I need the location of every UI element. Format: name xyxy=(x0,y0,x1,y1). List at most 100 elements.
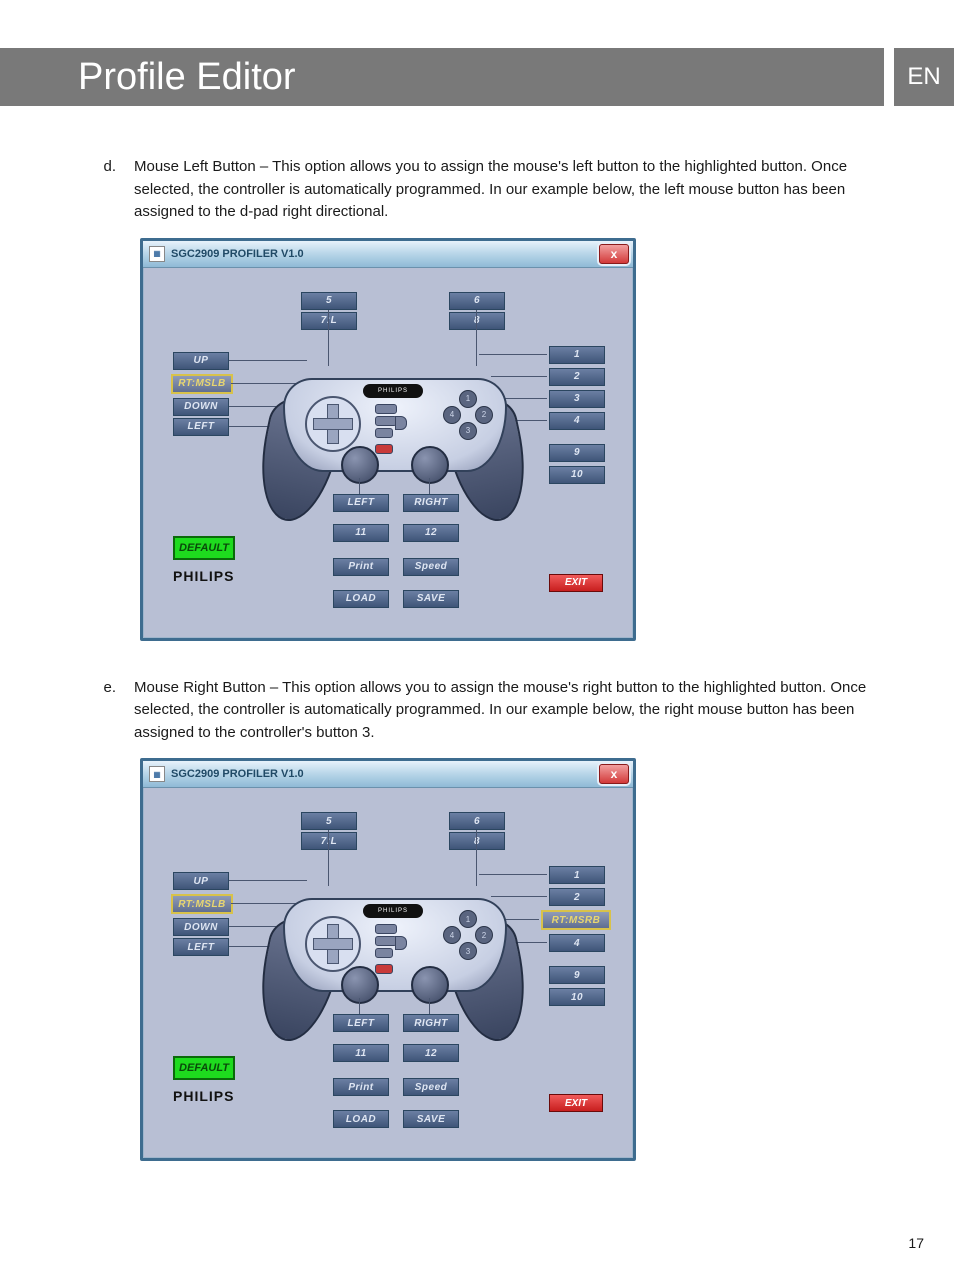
guide-line xyxy=(359,478,360,494)
dpad-up[interactable]: UP xyxy=(173,352,229,370)
paragraph-text: Mouse Left Button – This option allows y… xyxy=(134,156,894,224)
btn-1[interactable]: 1 xyxy=(549,346,605,364)
dpad-icon xyxy=(305,396,361,452)
dpad-down[interactable]: DOWN xyxy=(173,398,229,416)
language-badge: EN xyxy=(894,48,954,106)
left-stick-icon xyxy=(341,966,379,1004)
face-2-icon: 2 xyxy=(475,406,493,424)
center-button xyxy=(375,416,397,426)
page-number: 17 xyxy=(0,1217,954,1271)
dpad-up[interactable]: UP xyxy=(173,872,229,890)
btn-3-highlight[interactable]: RT:MSRB xyxy=(541,910,611,930)
list-marker: d. xyxy=(60,156,134,224)
btn-5[interactable]: 5 xyxy=(301,292,357,310)
screenshot-e: ▦ SGC2909 PROFILER V1.0 x 5 6 7:L 8 UP R… xyxy=(140,758,894,1161)
header-gap xyxy=(884,48,894,106)
center-button xyxy=(375,948,393,958)
face-4-icon: 4 xyxy=(443,926,461,944)
face-3-icon: 3 xyxy=(459,422,477,440)
controller-brand: PHILIPS xyxy=(363,904,423,918)
face-3-icon: 3 xyxy=(459,942,477,960)
stick-right-label[interactable]: RIGHT xyxy=(403,494,459,512)
btn-2[interactable]: 2 xyxy=(549,368,605,386)
window-title: SGC2909 PROFILER V1.0 xyxy=(171,248,304,260)
face-1-icon: 1 xyxy=(459,910,477,928)
speed-button[interactable]: Speed xyxy=(403,1078,459,1096)
save-button[interactable]: SAVE xyxy=(403,590,459,608)
btn-10[interactable]: 10 xyxy=(549,466,605,484)
btn-1[interactable]: 1 xyxy=(549,866,605,884)
face-2-icon: 2 xyxy=(475,926,493,944)
dpad-left[interactable]: LEFT xyxy=(173,418,229,436)
speed-button[interactable]: Speed xyxy=(403,558,459,576)
dpad-right-highlight[interactable]: RT:MSLB xyxy=(171,374,233,394)
default-button[interactable]: DEFAULT xyxy=(173,536,235,560)
btn-10[interactable]: 10 xyxy=(549,988,605,1006)
paragraph-d: d. Mouse Left Button – This option allow… xyxy=(60,156,894,224)
center-button xyxy=(375,428,393,438)
controller-graphic: PHILIPS 1 2 3 4 xyxy=(263,348,523,528)
btn-9[interactable]: 9 xyxy=(549,444,605,462)
page-header: Profile Editor EN xyxy=(0,48,954,106)
guide-line xyxy=(429,998,430,1014)
center-button xyxy=(375,924,397,934)
window-body: 5 6 7:L 8 UP RT:MSLB DOWN LEFT 1 2 RT:MS… xyxy=(143,788,633,1158)
btn-6[interactable]: 6 xyxy=(449,812,505,830)
btn-5[interactable]: 5 xyxy=(301,812,357,830)
window-title: SGC2909 PROFILER V1.0 xyxy=(171,768,304,780)
center-button xyxy=(395,936,407,950)
profiler-window: ▦ SGC2909 PROFILER V1.0 x 5 6 7:L 8 UP R… xyxy=(140,758,636,1161)
app-icon: ▦ xyxy=(149,766,165,782)
center-led xyxy=(375,964,393,974)
window-body: 5 6 7:L 8 UP RT:MSLB DOWN LEFT 1 2 xyxy=(143,268,633,638)
center-button xyxy=(375,936,397,946)
center-button xyxy=(395,416,407,430)
print-button[interactable]: Print xyxy=(333,558,389,576)
header-left-block xyxy=(0,48,60,106)
btn-4[interactable]: 4 xyxy=(549,412,605,430)
center-button xyxy=(375,404,397,414)
center-led xyxy=(375,444,393,454)
stick-left-label[interactable]: LEFT xyxy=(333,1014,389,1032)
exit-button[interactable]: EXIT xyxy=(549,574,603,592)
print-button[interactable]: Print xyxy=(333,1078,389,1096)
controller-brand: PHILIPS xyxy=(363,384,423,398)
page-title: Profile Editor xyxy=(60,48,884,106)
controller-graphic: PHILIPS 1 2 3 4 xyxy=(263,868,523,1048)
paragraph-text: Mouse Right Button – This option allows … xyxy=(134,677,894,745)
stick-right-label[interactable]: RIGHT xyxy=(403,1014,459,1032)
right-stick-icon xyxy=(411,446,449,484)
save-button[interactable]: SAVE xyxy=(403,1110,459,1128)
dpad-left[interactable]: LEFT xyxy=(173,938,229,956)
philips-logo: PHILIPS xyxy=(173,1088,234,1104)
dpad-right-highlight[interactable]: RT:MSLB xyxy=(171,894,233,914)
default-button[interactable]: DEFAULT xyxy=(173,1056,235,1080)
philips-logo: PHILIPS xyxy=(173,568,234,584)
face-1-icon: 1 xyxy=(459,390,477,408)
close-button[interactable]: x xyxy=(599,764,629,784)
btn-7[interactable]: 7:L xyxy=(301,832,357,850)
paragraph-e: e. Mouse Right Button – This option allo… xyxy=(60,677,894,745)
btn-11[interactable]: 11 xyxy=(333,1044,389,1062)
stick-left-label[interactable]: LEFT xyxy=(333,494,389,512)
close-button[interactable]: x xyxy=(599,244,629,264)
guide-line xyxy=(359,998,360,1014)
btn-3[interactable]: 3 xyxy=(549,390,605,408)
btn-6[interactable]: 6 xyxy=(449,292,505,310)
load-button[interactable]: LOAD xyxy=(333,590,389,608)
screenshot-d: ▦ SGC2909 PROFILER V1.0 x 5 6 7:L 8 UP R… xyxy=(140,238,894,641)
btn-7[interactable]: 7:L xyxy=(301,312,357,330)
btn-9[interactable]: 9 xyxy=(549,966,605,984)
dpad-down[interactable]: DOWN xyxy=(173,918,229,936)
btn-4[interactable]: 4 xyxy=(549,934,605,952)
exit-button[interactable]: EXIT xyxy=(549,1094,603,1112)
btn-12[interactable]: 12 xyxy=(403,1044,459,1062)
window-titlebar: ▦ SGC2909 PROFILER V1.0 x xyxy=(143,761,633,788)
btn-8[interactable]: 8 xyxy=(449,312,505,330)
load-button[interactable]: LOAD xyxy=(333,1110,389,1128)
btn-8[interactable]: 8 xyxy=(449,832,505,850)
btn-11[interactable]: 11 xyxy=(333,524,389,542)
btn-2[interactable]: 2 xyxy=(549,888,605,906)
list-marker: e. xyxy=(60,677,134,745)
btn-12[interactable]: 12 xyxy=(403,524,459,542)
